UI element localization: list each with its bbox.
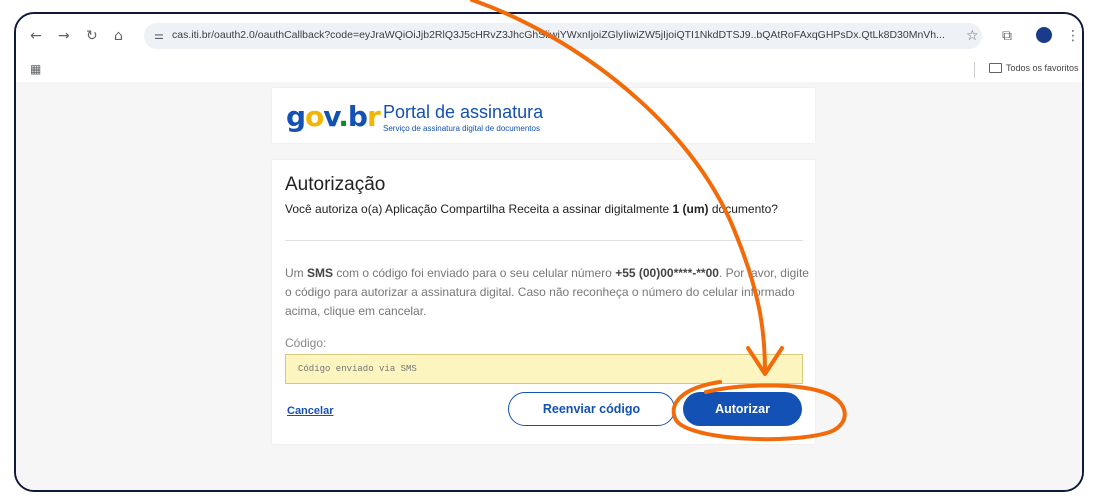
question-suffix: documento?	[708, 202, 778, 216]
url-text[interactable]: cas.iti.br/oauth2.0/oauthCallback?code=e…	[172, 29, 972, 41]
reload-icon[interactable]: ↻	[86, 28, 98, 44]
portal-subtitle: Serviço de assinatura digital de documen…	[383, 124, 540, 133]
browser-toolbar: ← → ↻ ⌂ ⚌ cas.iti.br/oauth2.0/oauthCallb…	[16, 14, 1082, 58]
bookmarks-divider	[974, 62, 975, 78]
authorize-button[interactable]: Autorizar	[683, 392, 802, 426]
home-icon[interactable]: ⌂	[114, 28, 123, 44]
header-card: gov.br Portal de assinatura Serviço de a…	[272, 88, 815, 143]
back-icon[interactable]: ←	[30, 28, 42, 44]
question-text: Você autoriza o(a) Aplicação Compartilha…	[285, 202, 673, 216]
apps-icon[interactable]: ▦	[30, 62, 41, 76]
divider	[285, 240, 803, 241]
code-label: Código:	[285, 336, 327, 350]
profile-icon[interactable]	[1036, 27, 1052, 43]
cancel-link[interactable]: Cancelar	[287, 405, 333, 417]
tune-icon[interactable]: ⚌	[154, 29, 164, 42]
sms-mid: com o código foi enviado para o seu celu…	[333, 266, 616, 280]
extensions-icon[interactable]: ⧉	[1002, 28, 1012, 44]
portal-title: Portal de assinatura	[383, 102, 544, 122]
all-bookmarks-link[interactable]: Todos os favoritos	[1006, 63, 1079, 73]
phone-number: +55 (00)00****-**00	[615, 266, 719, 280]
forward-icon[interactable]: →	[58, 28, 70, 44]
authorization-title: Autorização	[285, 174, 386, 195]
document-count: 1 (um)	[672, 202, 709, 216]
govbr-logo[interactable]: gov.br	[286, 100, 381, 133]
authorization-card: Autorização Você autoriza o(a) Aplicação…	[272, 160, 815, 444]
sms-prefix: Um	[285, 266, 307, 280]
resend-code-button[interactable]: Reenviar código	[508, 392, 675, 426]
address-bar[interactable]: ⚌ cas.iti.br/oauth2.0/oauthCallback?code…	[144, 23, 982, 49]
sms-label: SMS	[307, 266, 334, 280]
sms-info: Um SMS com o código foi enviado para o s…	[285, 264, 810, 321]
bookmarks-bar: ▦ Todos os favoritos	[16, 58, 1082, 82]
menu-icon[interactable]: ⋮	[1066, 28, 1080, 44]
authorization-question: Você autoriza o(a) Aplicação Compartilha…	[285, 203, 785, 216]
folder-icon[interactable]	[989, 63, 1002, 73]
code-input[interactable]	[285, 354, 803, 384]
star-icon[interactable]: ☆	[966, 28, 979, 44]
